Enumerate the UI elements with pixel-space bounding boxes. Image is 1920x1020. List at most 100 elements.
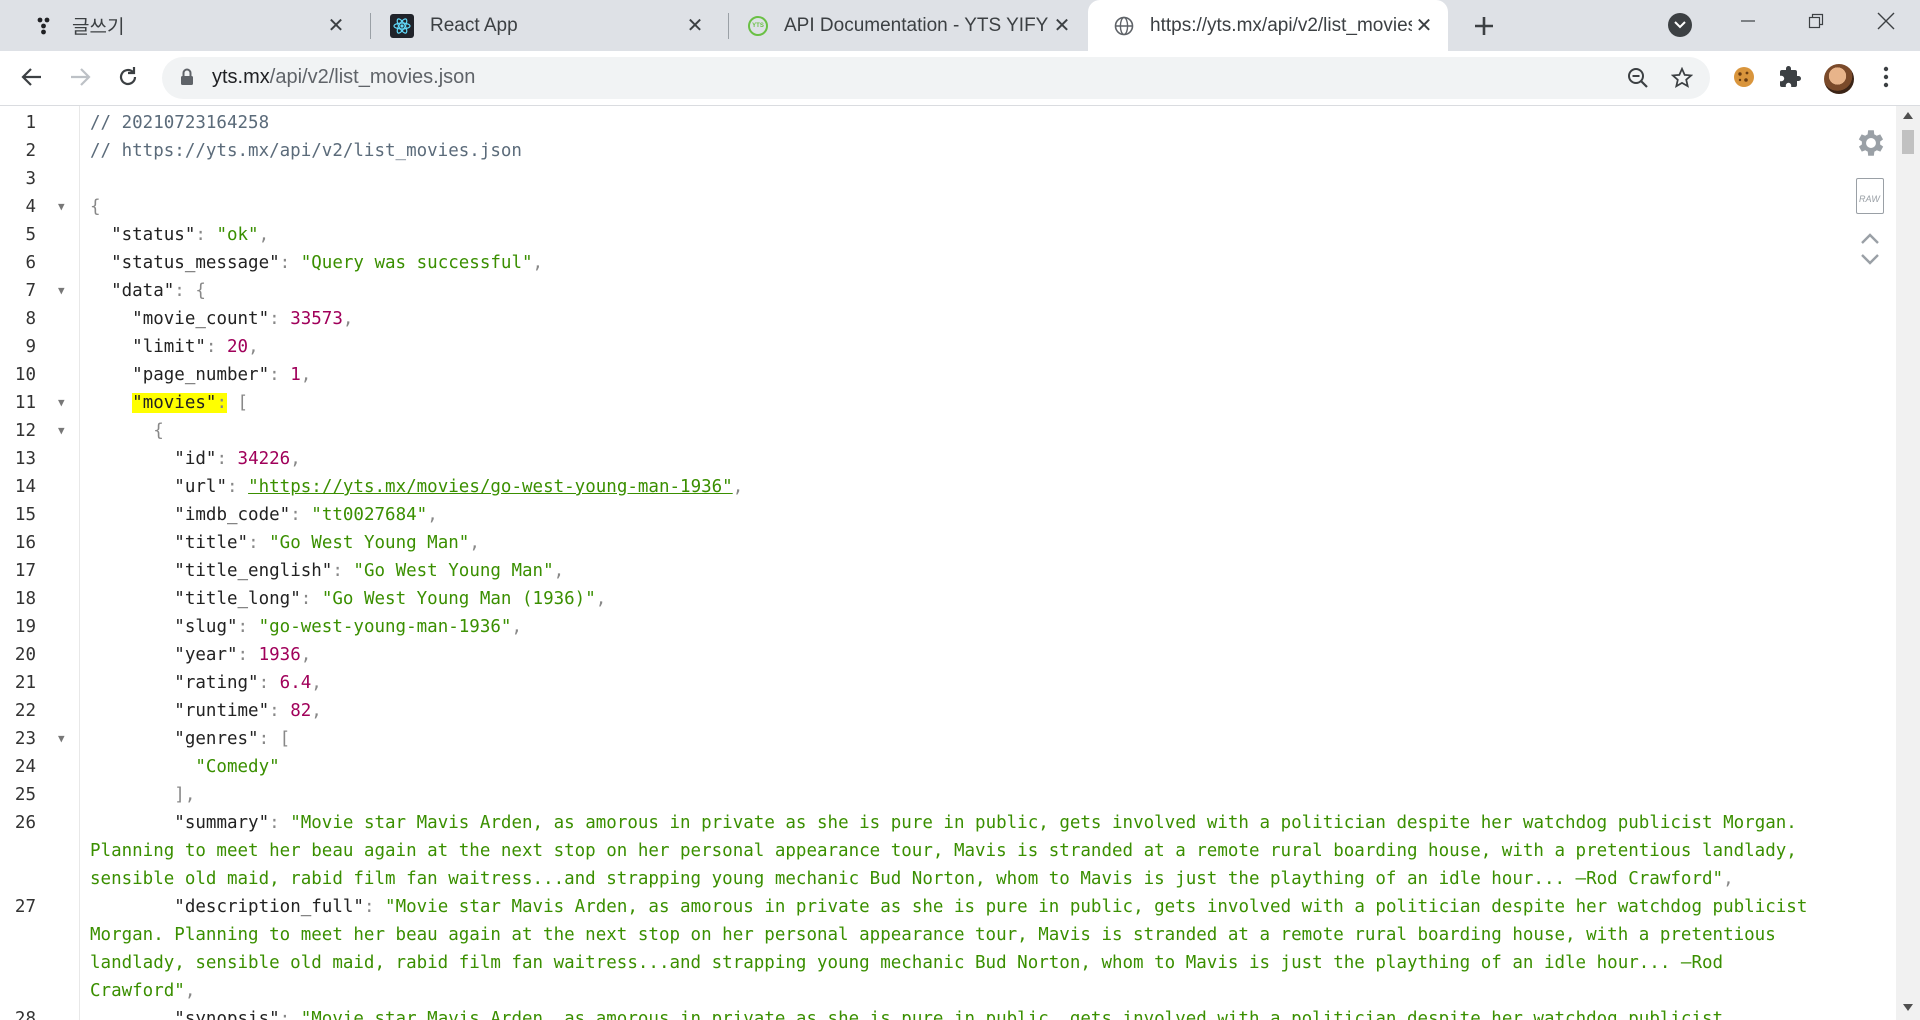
code-line: 1 // 20210723164258 <box>0 109 1840 137</box>
tab-list-movies-json[interactable]: https://yts.mx/api/v2/list_movies.json ✕ <box>1088 0 1448 51</box>
scrollbar-thumb[interactable] <box>1902 130 1914 154</box>
code-text: // https://yts.mx/api/v2/list_movies.jso… <box>90 141 522 161</box>
line-number: 13 <box>14 449 36 469</box>
line-number: 22 <box>14 701 36 721</box>
close-icon[interactable]: ✕ <box>683 14 707 38</box>
line-number: 26 <box>14 813 36 833</box>
vertical-scrollbar[interactable] <box>1896 106 1920 1020</box>
code-text: "runtime": 82, <box>174 701 322 721</box>
code-text: "page_number": 1, <box>132 365 312 385</box>
bookmark-star-icon[interactable] <box>1668 64 1696 92</box>
line-number: 1 <box>25 113 36 133</box>
line-number: 4 <box>25 197 36 217</box>
code-text: "summary": "Movie star Mavis Arden, as a… <box>90 813 1808 889</box>
fold-toggle-icon[interactable]: ▼ <box>58 389 65 417</box>
close-window-button[interactable] <box>1866 6 1906 36</box>
code-line: 20 "year": 1936, <box>0 641 1840 669</box>
plus-icon <box>1475 17 1493 35</box>
reload-button[interactable] <box>110 59 146 95</box>
code-text: "id": 34226, <box>174 449 301 469</box>
url-text[interactable]: yts.mx/api/v2/list_movies.json <box>212 66 475 89</box>
close-icon[interactable]: ✕ <box>1050 14 1074 38</box>
forward-button[interactable] <box>62 59 98 95</box>
line-number: 14 <box>14 477 36 497</box>
line-number: 25 <box>14 785 36 805</box>
chevron-down-icon <box>1674 21 1686 29</box>
line-number: 15 <box>14 505 36 525</box>
line-number: 27 <box>14 897 36 917</box>
line-number: 20 <box>14 645 36 665</box>
arrow-left-icon <box>21 68 41 86</box>
code-text: "rating": 6.4, <box>174 673 322 693</box>
cookie-extension-button[interactable] <box>1726 59 1762 95</box>
code-line: 14 "url": "https://yts.mx/movies/go-west… <box>0 473 1840 501</box>
code-text: "slug": "go-west-young-man-1936", <box>174 617 523 637</box>
browser-menu-button[interactable] <box>1868 59 1904 95</box>
code-text: "status": "ok", <box>111 225 270 245</box>
code-text: "year": 1936, <box>174 645 312 665</box>
tab-yts-api-docs[interactable]: YTS API Documentation - YTS YIFY ✕ <box>722 0 1086 51</box>
code-line: 13 "id": 34226, <box>0 445 1840 473</box>
code-line: 9 "limit": 20, <box>0 333 1840 361</box>
code-text: "Comedy" <box>195 757 280 777</box>
fold-toggle-icon[interactable]: ▼ <box>58 277 65 305</box>
browser-toolbar: yts.mx/api/v2/list_movies.json <box>0 51 1920 106</box>
tab-velog-write[interactable]: 글쓰기 ✕ <box>10 0 360 51</box>
code-text: "synopsis": "Movie star Mavis Arden, as … <box>174 1009 1724 1020</box>
chevron-up-icon[interactable] <box>1860 230 1880 250</box>
code-line: 15 "imdb_code": "tt0027684", <box>0 501 1840 529</box>
scroll-down-arrow-icon <box>1903 1004 1913 1011</box>
code-line: 26 "summary": "Movie star Mavis Arden, a… <box>0 809 1840 893</box>
code-text: "title_long": "Go West Young Man (1936)"… <box>174 589 607 609</box>
code-text: "imdb_code": "tt0027684", <box>174 505 438 525</box>
back-button[interactable] <box>14 59 50 95</box>
raw-view-button[interactable]: RAW <box>1856 178 1884 214</box>
close-icon[interactable]: ✕ <box>1412 14 1436 38</box>
code-line: 7 ▼ "data": { <box>0 277 1840 305</box>
code-text: "movie_count": 33573, <box>132 309 354 329</box>
puzzle-icon <box>1780 66 1801 87</box>
line-number: 17 <box>14 561 36 581</box>
line-number: 2 <box>25 141 36 161</box>
fold-toggle-icon[interactable]: ▼ <box>58 417 65 445</box>
code-line: 22 "runtime": 82, <box>0 697 1840 725</box>
profile-avatar[interactable] <box>1824 64 1854 94</box>
code-text: "status_message": "Query was successful"… <box>111 253 544 273</box>
close-icon <box>1877 12 1895 30</box>
zoom-icon[interactable] <box>1624 64 1652 92</box>
minimize-icon <box>1741 20 1755 22</box>
line-number: 19 <box>14 617 36 637</box>
gear-icon[interactable] <box>1854 126 1888 165</box>
fold-toggle-icon[interactable]: ▼ <box>58 725 65 753</box>
line-number: 9 <box>25 337 36 357</box>
extensions-button[interactable] <box>1772 59 1808 95</box>
tab-title: https://yts.mx/api/v2/list_movies.json <box>1150 14 1412 36</box>
line-number: 8 <box>25 309 36 329</box>
close-icon[interactable]: ✕ <box>324 14 348 38</box>
tab-search-button[interactable] <box>1668 13 1692 37</box>
address-bar[interactable]: yts.mx/api/v2/list_movies.json <box>162 57 1710 99</box>
react-icon <box>390 13 414 38</box>
yts-icon: YTS <box>748 15 768 36</box>
restore-button[interactable] <box>1796 6 1836 36</box>
code-line: 5 "status": "ok", <box>0 221 1840 249</box>
code-line: 17 "title_english": "Go West Young Man", <box>0 557 1840 585</box>
tab-title: API Documentation - YTS YIFY <box>784 14 1049 36</box>
code-text: "title_english": "Go West Young Man", <box>174 561 565 581</box>
tab-react-app[interactable]: React App ✕ <box>364 0 719 51</box>
minimize-button[interactable] <box>1728 6 1768 36</box>
tab-strip: 글쓰기 ✕ React App ✕ YTS API Documentation … <box>0 0 1920 51</box>
tab-title: 글쓰기 <box>72 17 125 38</box>
line-number: 11 <box>14 393 36 413</box>
code-line: 11 ▼ "movies": [ <box>0 389 1840 417</box>
code-text: // 20210723164258 <box>90 113 270 133</box>
raw-label: RAW <box>1859 194 1880 204</box>
fold-toggle-icon[interactable]: ▼ <box>58 193 65 221</box>
lock-icon[interactable] <box>180 68 194 91</box>
code-text: ], <box>174 785 196 805</box>
new-tab-button[interactable] <box>1466 8 1502 44</box>
code-line: 21 "rating": 6.4, <box>0 669 1840 697</box>
code-text: { <box>153 421 164 441</box>
chevron-down-icon[interactable] <box>1860 250 1880 270</box>
cookie-icon <box>1734 67 1754 87</box>
